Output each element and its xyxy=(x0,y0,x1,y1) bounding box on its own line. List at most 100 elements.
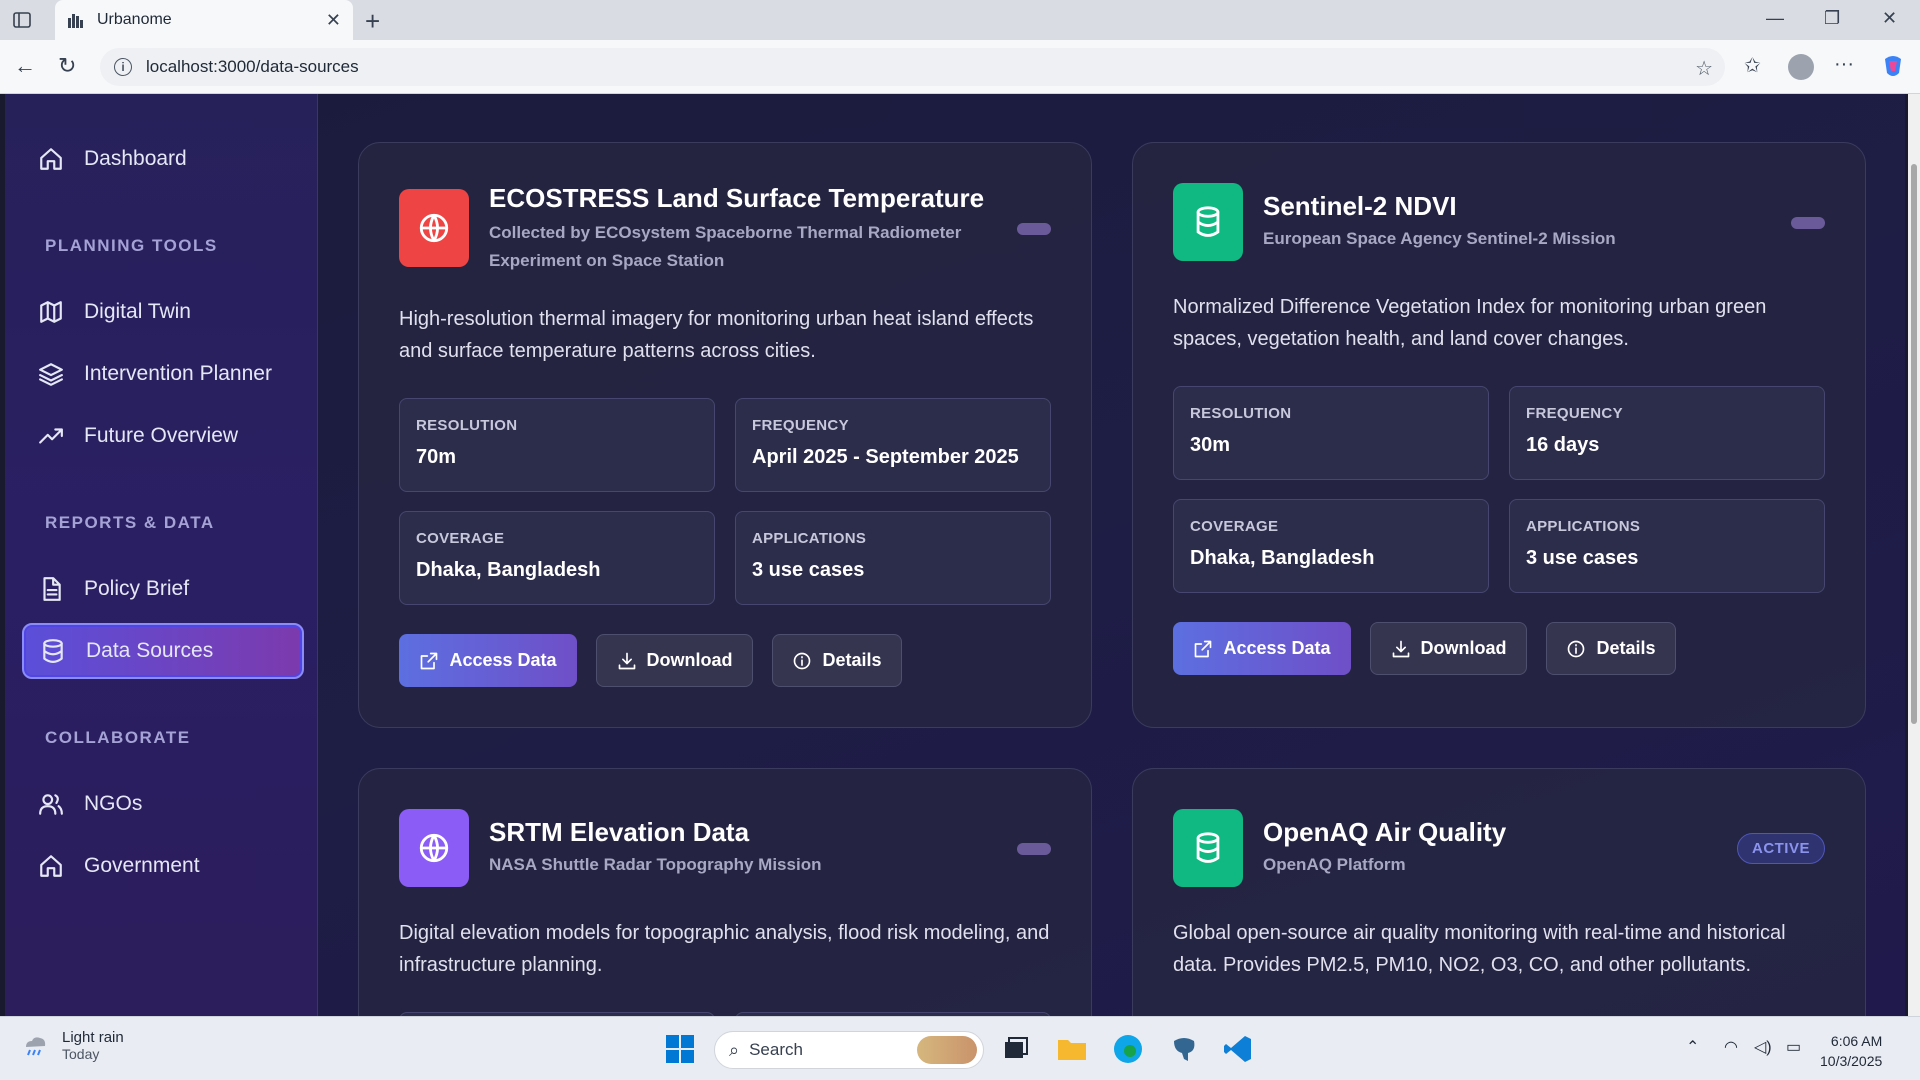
wifi-icon[interactable]: ◠ xyxy=(1724,1037,1738,1057)
stat-value: April 2025 - September 2025 xyxy=(752,446,1019,468)
clock-time: 6:06 AM xyxy=(1830,1033,1883,1049)
vscode-button[interactable] xyxy=(1218,1029,1258,1069)
elephant-icon xyxy=(1174,1038,1195,1061)
status-badge: ACTIVE xyxy=(1736,833,1825,864)
vscode-icon xyxy=(1224,1036,1251,1062)
status-toggle[interactable] xyxy=(1017,843,1051,855)
database-icon xyxy=(1196,206,1220,237)
copilot-icon[interactable] xyxy=(1880,53,1906,79)
sidebar-item-ngos[interactable]: NGOs xyxy=(22,776,304,832)
taskbar-search[interactable]: ⌕ Search xyxy=(714,1031,984,1069)
new-tab-icon[interactable]: + xyxy=(365,6,380,37)
sidebar: Dashboard PLANNING TOOLS Digital Twin In… xyxy=(5,94,318,1016)
main-content: ECOSTRESS Land Surface Temperature Colle… xyxy=(318,94,1905,1016)
sidebar-item-policy-brief[interactable]: Policy Brief xyxy=(22,561,304,617)
stat-value: 3 use cases xyxy=(1526,547,1639,569)
edge-browser-button[interactable] xyxy=(1108,1029,1148,1069)
stat-resolution: RESOLUTION 30m xyxy=(1173,386,1489,480)
battery-icon[interactable]: ▭ xyxy=(1786,1037,1801,1057)
profile-avatar[interactable] xyxy=(1788,54,1814,80)
card-title: ECOSTRESS Land Surface Temperature xyxy=(489,183,985,213)
more-menu-icon[interactable]: ··· xyxy=(1834,53,1854,76)
urbanome-favicon-icon xyxy=(68,14,83,28)
sidebar-toggle-icon[interactable] xyxy=(12,10,32,30)
card-description: High-resolution thermal imagery for moni… xyxy=(399,308,1034,362)
status-toggle[interactable] xyxy=(1791,217,1825,229)
card-icon-box xyxy=(399,809,469,887)
trending-up-icon xyxy=(39,428,63,444)
edge-icon xyxy=(1114,1035,1142,1063)
button-label: Details xyxy=(822,650,882,670)
stat-frequency: FREQUENCY 16 days xyxy=(1509,386,1825,480)
sidebar-item-label: NGOs xyxy=(84,792,143,815)
button-label: Download xyxy=(1420,638,1507,658)
card-icon-box xyxy=(1173,809,1243,887)
sidebar-item-data-sources[interactable]: Data Sources xyxy=(22,623,304,679)
home-icon xyxy=(40,148,62,170)
download-icon xyxy=(618,652,635,669)
stat-value: 30m xyxy=(1190,434,1231,456)
file-explorer-button[interactable] xyxy=(1052,1029,1092,1069)
volume-icon[interactable]: ◁) xyxy=(1754,1037,1772,1057)
users-icon xyxy=(39,794,63,815)
globe-icon xyxy=(419,213,449,243)
tray-overflow-icon[interactable]: ⌃ xyxy=(1686,1037,1699,1057)
details-button[interactable]: Details xyxy=(772,634,902,687)
download-button[interactable]: Download xyxy=(596,634,753,687)
stat-value: Dhaka, Bangladesh xyxy=(1190,547,1375,569)
task-view-button[interactable] xyxy=(996,1029,1036,1069)
restore-icon[interactable]: ❐ xyxy=(1824,8,1840,29)
stat-label: APPLICATIONS xyxy=(1526,518,1641,535)
access-data-button[interactable]: Access Data xyxy=(1173,622,1351,675)
layers-icon xyxy=(39,363,63,386)
button-label: Access Data xyxy=(449,650,557,670)
back-icon[interactable]: ← xyxy=(14,53,36,79)
access-data-button[interactable]: Access Data xyxy=(399,634,577,687)
browser-tab[interactable]: Urbanome ✕ xyxy=(55,0,353,40)
windows-taskbar: Light rain Today ⌕ Search ⌃ ◠ ◁) ▭ 6:06 … xyxy=(0,1016,1920,1080)
start-button[interactable] xyxy=(660,1029,700,1069)
card-description: Normalized Difference Vegetation Index f… xyxy=(1173,296,1767,350)
sidebar-item-label: Intervention Planner xyxy=(84,362,272,385)
data-source-card: OpenAQ Air Quality OpenAQ Platform ACTIV… xyxy=(1132,768,1866,1016)
window-close-icon[interactable]: ✕ xyxy=(1882,8,1897,29)
status-toggle[interactable] xyxy=(1017,223,1051,235)
card-icon-box xyxy=(399,189,469,267)
stat-resolution: RESOLUTION 70m xyxy=(399,398,715,492)
sidebar-item-intervention-planner[interactable]: Intervention Planner xyxy=(22,346,304,402)
sidebar-item-digital-twin[interactable]: Digital Twin xyxy=(22,284,304,340)
taskbar-clock[interactable]: 6:06 AM 10/3/2025 xyxy=(1820,1031,1882,1071)
favorites-icon[interactable]: ✩ xyxy=(1744,53,1761,78)
app-window: Dashboard PLANNING TOOLS Digital Twin In… xyxy=(5,94,1905,1016)
details-button[interactable]: Details xyxy=(1546,622,1676,675)
weather-title: Light rain xyxy=(62,1029,124,1046)
windows-logo-icon xyxy=(666,1035,694,1063)
page-scrollbar[interactable] xyxy=(1908,94,1920,1016)
tab-close-icon[interactable]: ✕ xyxy=(326,10,341,31)
minimize-icon[interactable]: — xyxy=(1766,8,1784,29)
favorite-star-icon[interactable]: ☆ xyxy=(1695,56,1713,81)
search-icon: ⌕ xyxy=(729,1039,740,1060)
card-icon-box xyxy=(1173,183,1243,261)
address-toolbar: ← ↻ i localhost:3000/data-sources ☆ ✩ ··… xyxy=(0,40,1920,94)
document-icon xyxy=(43,577,61,601)
site-info-icon[interactable]: i xyxy=(114,58,132,76)
rain-cloud-icon xyxy=(26,1036,46,1055)
card-subtitle: European Space Agency Sentinel-2 Mission xyxy=(1263,229,1616,248)
sidebar-item-government[interactable]: Government xyxy=(22,838,304,894)
button-label: Access Data xyxy=(1223,638,1331,658)
stat-value: 70m xyxy=(416,446,457,468)
card-title: OpenAQ Air Quality xyxy=(1263,817,1507,847)
address-bar[interactable]: i localhost:3000/data-sources ☆ xyxy=(100,48,1725,86)
refresh-icon[interactable]: ↻ xyxy=(58,53,76,79)
scrollbar-thumb[interactable] xyxy=(1911,164,1917,724)
sidebar-item-dashboard[interactable]: Dashboard xyxy=(22,131,304,187)
download-button[interactable]: Download xyxy=(1370,622,1527,675)
clock-date: 10/3/2025 xyxy=(1820,1053,1883,1069)
postgres-button[interactable] xyxy=(1164,1029,1204,1069)
sidebar-item-future-overview[interactable]: Future Overview xyxy=(22,408,304,464)
weather-widget[interactable]: Light rain Today xyxy=(20,1029,124,1062)
external-link-icon xyxy=(1195,640,1212,657)
search-placeholder: Search xyxy=(749,1040,803,1059)
browser-tab-bar: Urbanome ✕ + — ❐ ✕ xyxy=(0,0,1920,40)
